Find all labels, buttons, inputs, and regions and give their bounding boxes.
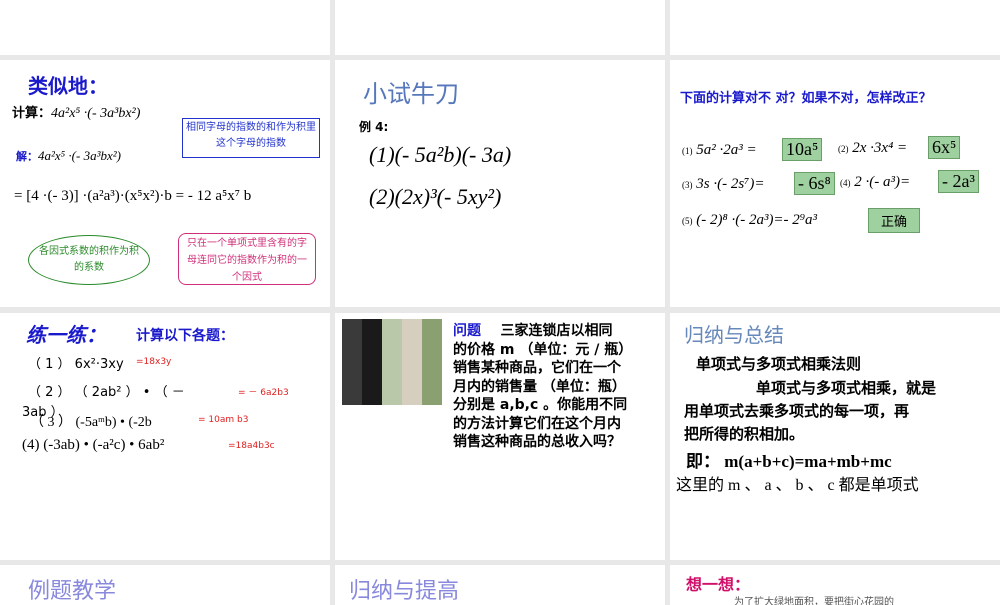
answer-box-5: 正确 [868, 208, 921, 233]
slide-title: 类似地： [28, 74, 108, 98]
slide-thumbnail-3[interactable] [670, 0, 1000, 55]
slide-thumbnail-check[interactable]: 下面的计算对不 对？如果不对，怎样改正？ (1) 5a² ·2a³ = 10a⁵… [670, 60, 1000, 307]
formula: 即： m(a+b+c)=ma+mb+mc [686, 452, 892, 471]
slide-thumbnail-think[interactable]: 想一想： 为了扩大绿地面积，要把街心花园的 [670, 565, 1000, 605]
solve-expr: 4a²x⁵ ·(- 3a³bx²) [38, 148, 121, 163]
slide-title: 归纳与总结 [684, 323, 784, 347]
calc-label: 计算： [12, 106, 52, 121]
slide-thumbnail-similar[interactable]: 类似地： 计算：4a²x⁵ ·(- 3a³bx²) 解：4a²x⁵ ·(- 3a… [0, 60, 330, 307]
slide-title: 归纳与提高 [349, 579, 460, 604]
slide-subtitle: 计算以下各题： [136, 328, 234, 344]
answer-box-3: - 6s⁸ [794, 172, 835, 195]
example-label: 例 4: [359, 120, 389, 134]
step-expr: = [4 ·(- 3)] ·(a²a³)·(x⁵x²)·b = - 12 a⁵x… [14, 188, 252, 204]
problem-label: 问题 [453, 323, 481, 339]
slide-thumbnail-summary[interactable]: 归纳与总结 单项式与多项式相乘法则 单项式与多项式相乘，就是 用单项式去乘多项式… [670, 313, 1000, 560]
calc-expr: 4a²x⁵ ·(- 3a³bx²) [51, 106, 141, 121]
slide-thumbnail-example[interactable]: 例题教学 [0, 565, 330, 605]
slide-title: 小试牛刀 [363, 80, 459, 108]
slide-title: 练一练： [26, 323, 106, 347]
example-line-2: (2)(2x)³(- 5xy²) [369, 184, 502, 209]
callout-single-letter-rule: 只在一个单项式里含有的字母连同它的指数作为积的一个因式 [178, 233, 316, 285]
answer-box-2: 6x⁵ [928, 136, 961, 159]
callout-exponent-rule: 相同字母的指数的和作为积里这个字母的指数 [182, 118, 320, 158]
answer-box-4: - 2a³ [938, 170, 979, 193]
slide-thumbnail-improve[interactable]: 归纳与提高 [335, 565, 665, 605]
slide-thumbnail-problem[interactable]: 问题 三家连锁店以相同 的价格 m （单位：元 / 瓶） 销售某种商品，它们在一… [335, 313, 665, 560]
slide-thumbnail-try[interactable]: 小试牛刀 例 4: (1)(- 5a²b)(- 3a) (2)(2x)³(- 5… [335, 60, 665, 307]
slide-thumbnail-2[interactable] [335, 0, 665, 55]
slide-thumbnail-1[interactable] [0, 0, 330, 55]
supermarket-photo [342, 319, 442, 405]
slide-title: 例题教学 [28, 579, 117, 604]
slide-thumbnail-practice[interactable]: 练一练： 计算以下各题： （ 1 ） 6x²·3xy =18x3y （ 2 ） … [0, 313, 330, 560]
slide-title: 想一想： [686, 575, 751, 594]
callout-coefficient-rule: 各因式系数的积作为积的系数 [28, 235, 150, 285]
solve-label: 解： [16, 150, 38, 163]
answer-box-1: 10a⁵ [782, 138, 823, 161]
example-line-1: (1)(- 5a²b)(- 3a) [369, 142, 512, 167]
slide-title: 下面的计算对不 对？如果不对，怎样改正？ [680, 91, 932, 106]
